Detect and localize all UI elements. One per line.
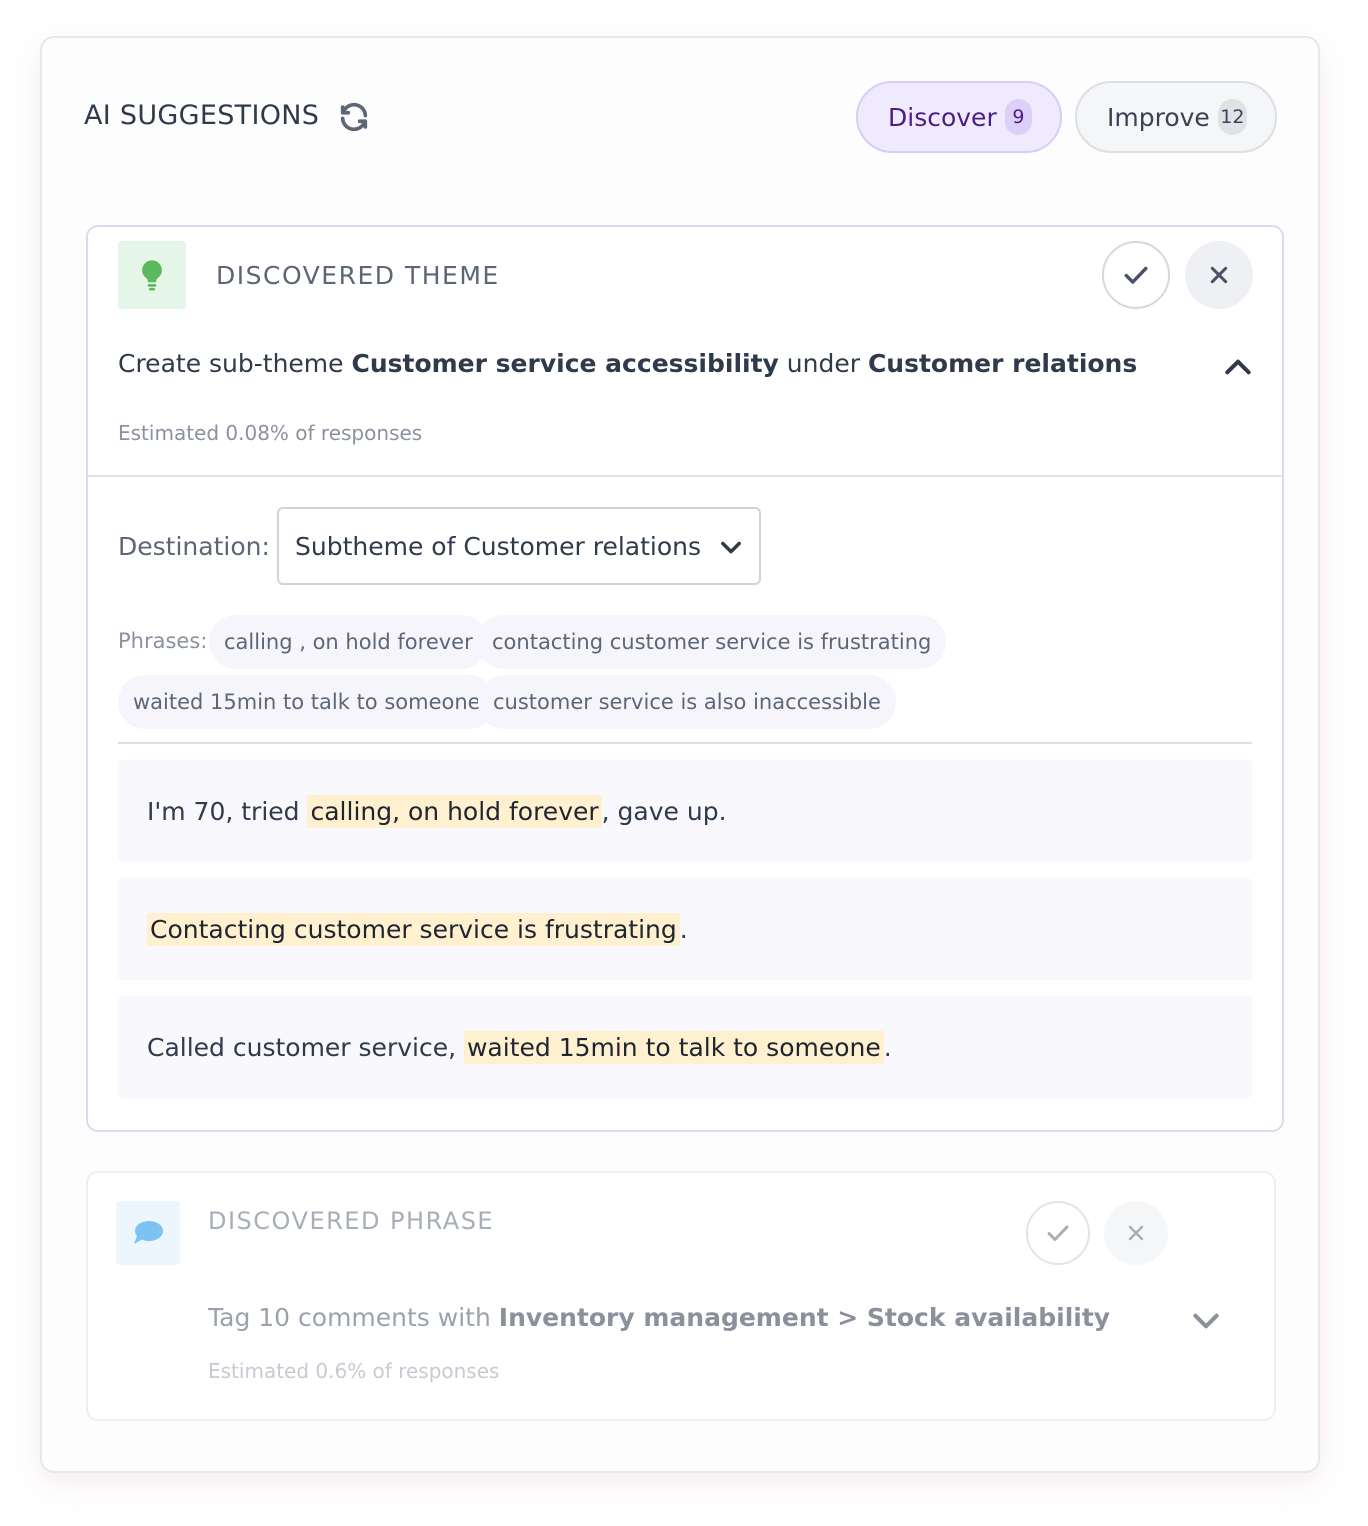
lightbulb-icon xyxy=(142,260,162,291)
panel-title: AI SUGGESTIONS xyxy=(84,100,320,131)
phrases-label: Phrases: xyxy=(118,629,208,653)
response-item: I'm 70, tried calling, on hold forever, … xyxy=(118,760,1252,862)
theme-summary: Create sub-theme Customer service access… xyxy=(118,349,1137,378)
phrase-chip[interactable]: waited 15min to talk to someone xyxy=(118,675,496,729)
summary-target: Inventory management > Stock availabilit… xyxy=(498,1303,1111,1332)
chevron-down-icon[interactable] xyxy=(1190,1305,1222,1337)
response-highlight: calling, on hold forever xyxy=(307,794,602,828)
response-highlight: Contacting customer service is frustrati… xyxy=(147,912,680,946)
response-item: Contacting customer service is frustrati… xyxy=(118,878,1252,980)
chevron-down-icon xyxy=(721,541,741,554)
accept-phrase-button[interactable] xyxy=(1026,1201,1090,1265)
response-text: Called customer service, xyxy=(147,1032,464,1062)
reject-phrase-button[interactable] xyxy=(1104,1201,1168,1265)
discovered-phrase-card: DISCOVERED PHRASE Tag 10 comments with I… xyxy=(86,1171,1276,1421)
check-icon xyxy=(1047,1225,1069,1241)
close-icon xyxy=(1210,266,1228,284)
response-text: I'm 70, tried xyxy=(147,796,308,826)
speech-bubble-icon xyxy=(134,1221,163,1244)
divider xyxy=(88,475,1282,477)
summary-theme-name: Customer service accessibility xyxy=(351,349,779,378)
divider xyxy=(118,742,1252,744)
phrase-icon-box xyxy=(116,1201,180,1265)
response-item: Called customer service, waited 15min to… xyxy=(118,996,1252,1098)
check-icon xyxy=(1124,266,1148,284)
summary-parent-name: Customer relations xyxy=(867,349,1138,378)
destination-label: Destination: xyxy=(118,532,270,561)
destination-select[interactable]: Subtheme of Customer relations xyxy=(277,507,761,585)
phrase-estimate: Estimated 0.6% of responses xyxy=(208,1359,500,1383)
phrase-chip[interactable]: calling , on hold forever xyxy=(209,615,488,669)
theme-card-kind: DISCOVERED THEME xyxy=(216,261,500,290)
ai-suggestions-panel: AI SUGGESTIONS Discover 9 Improve 12 DIS… xyxy=(40,36,1320,1473)
summary-prefix: Create sub-theme xyxy=(118,349,352,378)
theme-icon-box xyxy=(118,241,186,309)
chevron-up-icon[interactable] xyxy=(1222,351,1254,383)
tab-improve[interactable]: Improve 12 xyxy=(1075,81,1277,153)
phrase-chip[interactable]: customer service is also inaccessible xyxy=(478,675,896,729)
phrase-card-kind: DISCOVERED PHRASE xyxy=(208,1207,495,1235)
phrase-summary: Tag 10 comments with Inventory managemen… xyxy=(208,1303,1110,1332)
phrase-chip[interactable]: contacting customer service is frustrati… xyxy=(477,615,947,669)
tab-discover-count: 9 xyxy=(1004,99,1032,135)
theme-estimate: Estimated 0.08% of responses xyxy=(118,421,423,445)
response-highlight: waited 15min to talk to someone xyxy=(463,1030,884,1064)
reject-theme-button[interactable] xyxy=(1185,241,1253,309)
summary-prefix: Tag 10 comments with xyxy=(208,1303,499,1332)
close-icon xyxy=(1128,1225,1144,1241)
accept-theme-button[interactable] xyxy=(1102,241,1170,309)
refresh-icon[interactable] xyxy=(337,100,371,134)
tab-improve-count: 12 xyxy=(1217,99,1247,135)
response-text: , gave up. xyxy=(601,796,727,826)
discovered-theme-card: DISCOVERED THEME Create sub-theme Custom… xyxy=(86,225,1284,1132)
tab-discover[interactable]: Discover 9 xyxy=(856,81,1062,153)
tab-improve-label: Improve xyxy=(1107,102,1210,132)
summary-middle: under xyxy=(778,349,868,378)
tab-discover-label: Discover xyxy=(888,102,997,132)
destination-value: Subtheme of Customer relations xyxy=(295,531,702,561)
response-text: . xyxy=(883,1032,892,1062)
response-text: . xyxy=(679,914,688,944)
